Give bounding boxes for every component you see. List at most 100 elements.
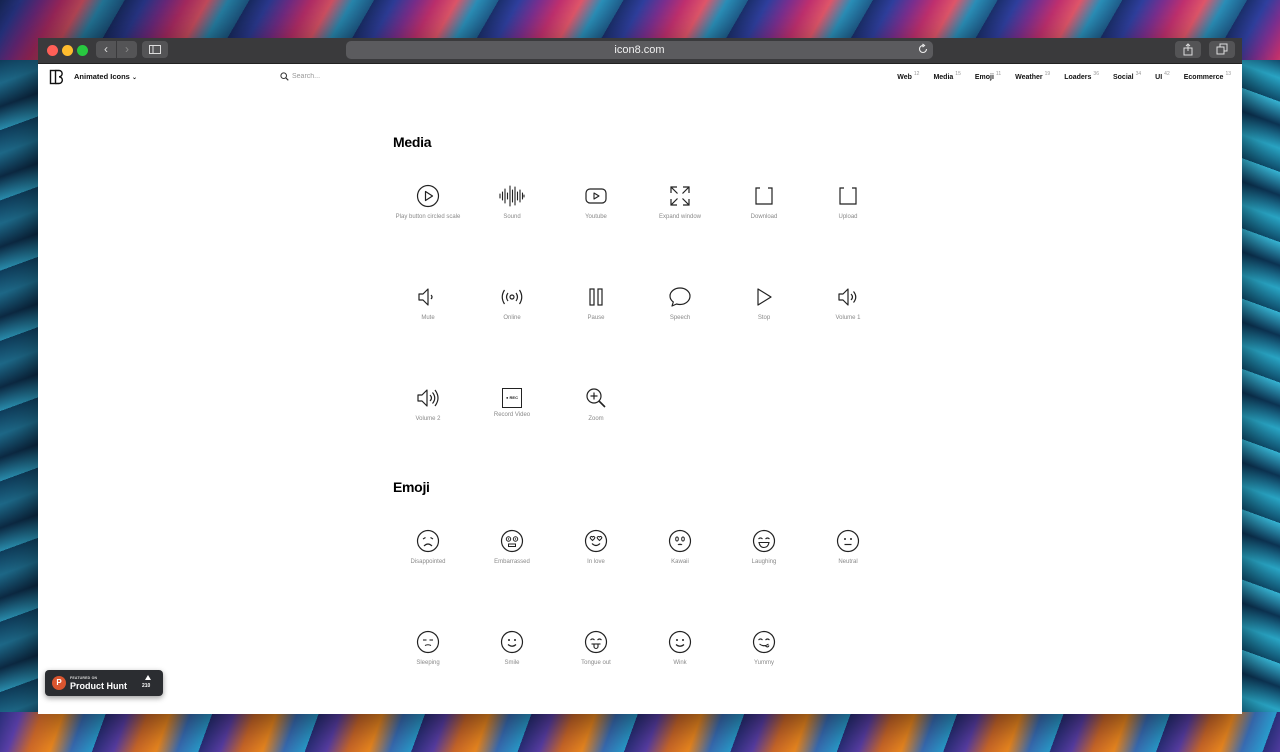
category-emoji[interactable]: Emoji 11 (975, 71, 1001, 81)
category-ecommerce[interactable]: Ecommerce 13 (1184, 71, 1231, 81)
icon-card-in-love[interactable]: In love (556, 529, 636, 589)
category-social[interactable]: Social 34 (1113, 71, 1141, 81)
icon-card-record-video[interactable]: ● REC Record Video (472, 386, 552, 446)
product-hunt-name: Product Hunt (70, 681, 127, 691)
icon-label: Pause (587, 315, 605, 321)
icon-card-volume-2[interactable]: Volume 2 (388, 386, 468, 446)
category-media[interactable]: Media 15 (933, 71, 960, 81)
disappointed-face-icon (416, 529, 440, 553)
icon-card-disappointed[interactable]: Disappointed (388, 529, 468, 589)
close-window-button[interactable] (47, 45, 58, 56)
category-label: Loaders (1064, 74, 1092, 81)
category-weather[interactable]: Weather 19 (1015, 71, 1050, 81)
icon-card-online[interactable]: Online (472, 285, 552, 345)
wink-face-icon (668, 630, 692, 654)
icon-card-mute[interactable]: Mute (388, 285, 468, 345)
wallpaper-left (0, 60, 38, 720)
icon-label: Smile (504, 660, 520, 666)
icon-card-yummy[interactable]: Yummy (724, 630, 804, 690)
rec-icon: ● REC (502, 388, 522, 408)
icon-card-youtube[interactable]: Youtube (556, 184, 636, 244)
icon-card-wink[interactable]: Wink (640, 630, 720, 690)
icon-card-expand-window[interactable]: Expand window (640, 184, 720, 244)
sleeping-face-icon (416, 630, 440, 654)
wallpaper-bottom (0, 712, 1280, 752)
category-count: 13 (1225, 71, 1231, 77)
icon-label: Laughing (751, 559, 777, 565)
icon-label: Zoom (588, 416, 604, 422)
back-button[interactable]: ‹ (96, 41, 116, 58)
speech-bubble-icon (669, 287, 691, 307)
icon-card-sound[interactable]: Sound (472, 184, 552, 244)
category-label: Social (1112, 74, 1134, 81)
category-loaders[interactable]: Loaders 36 (1064, 71, 1099, 81)
sidebar-icon (149, 45, 161, 54)
category-count: 11 (995, 71, 1002, 77)
icon-label: Disappointed (410, 559, 446, 565)
category-label: Web (897, 74, 912, 81)
icons8-logo-icon[interactable] (49, 69, 65, 85)
icon-label: Tongue out (581, 660, 611, 666)
brand-menu[interactable]: Animated Icons ⌄ (74, 72, 137, 81)
category-label: Weather (1015, 74, 1043, 81)
icon-card-laughing[interactable]: Laughing (724, 529, 804, 589)
icon-card-kawaii[interactable]: Kawaii (640, 529, 720, 589)
share-button[interactable] (1175, 41, 1201, 58)
reload-icon[interactable] (917, 43, 929, 55)
product-hunt-upvote-count: 210 (142, 683, 151, 689)
zoom-in-icon (586, 388, 606, 408)
icon-card-speech[interactable]: Speech (640, 285, 720, 345)
forward-button[interactable]: › (117, 41, 137, 58)
icon-card-neutral[interactable]: Neutral (808, 529, 888, 589)
icon-card-sleeping[interactable]: Sleeping (388, 630, 468, 690)
category-count: 15 (955, 71, 961, 77)
kawaii-face-icon (668, 529, 692, 553)
site-header: Animated Icons ⌄ Web12 Media15 Emoji11 W… (38, 64, 1242, 90)
embarrassed-face-icon (500, 529, 524, 553)
zoom-window-button[interactable] (77, 45, 88, 56)
category-ui[interactable]: UI 42 (1155, 71, 1170, 81)
icon-label: Expand window (658, 214, 702, 220)
icon-card-smile[interactable]: Smile (472, 630, 552, 690)
in-love-face-icon (584, 529, 608, 553)
upvote-arrow-icon (145, 675, 151, 680)
chevron-left-icon: ‹ (104, 42, 108, 56)
volume-1-icon (838, 288, 857, 306)
share-icon (1183, 43, 1193, 56)
icon-label: Sound (503, 214, 521, 220)
icon-card-pause[interactable]: Pause (556, 285, 636, 345)
icon-label: Volume 1 (835, 315, 861, 321)
icon-card-play-button[interactable]: Play button circled scale (388, 184, 468, 244)
show-tabs-button[interactable] (1209, 41, 1235, 58)
icon-card-embarrassed[interactable]: Embarrassed (472, 529, 552, 589)
category-label: UI (1155, 74, 1163, 81)
category-count: 42 (1164, 71, 1170, 77)
category-count: 19 (1044, 71, 1051, 77)
icon-label: Wink (673, 660, 687, 666)
category-web[interactable]: Web 12 (897, 71, 919, 81)
sound-wave-icon (499, 185, 525, 207)
address-bar[interactable]: icon8.com (346, 41, 933, 59)
minimize-window-button[interactable] (62, 45, 73, 56)
search-input[interactable] (292, 69, 412, 83)
tongue-out-face-icon (584, 630, 608, 654)
icon-card-zoom[interactable]: Zoom (556, 386, 636, 446)
brand-label: Animated Icons (74, 72, 130, 81)
upload-icon (839, 187, 857, 205)
icon-label: Upload (838, 214, 858, 220)
expand-icon (670, 186, 690, 206)
icon-card-download[interactable]: Download (724, 184, 804, 244)
product-hunt-featured-label: FEATURED ON (70, 676, 98, 680)
icon-card-upload[interactable]: Upload (808, 184, 888, 244)
icon-card-volume-1[interactable]: Volume 1 (808, 285, 888, 345)
icon-label: Speech (669, 315, 691, 321)
icon-card-tongue-out[interactable]: Tongue out (556, 630, 636, 690)
pause-icon (589, 288, 603, 306)
icon-card-stop[interactable]: Stop (724, 285, 804, 345)
icon-label: Mute (421, 315, 435, 321)
sidebar-toggle-button[interactable] (142, 41, 168, 58)
product-hunt-badge[interactable]: P FEATURED ON Product Hunt 210 (45, 670, 163, 696)
mute-icon (418, 288, 433, 306)
icon-label: Record Video (493, 412, 531, 418)
volume-2-icon (417, 389, 439, 407)
